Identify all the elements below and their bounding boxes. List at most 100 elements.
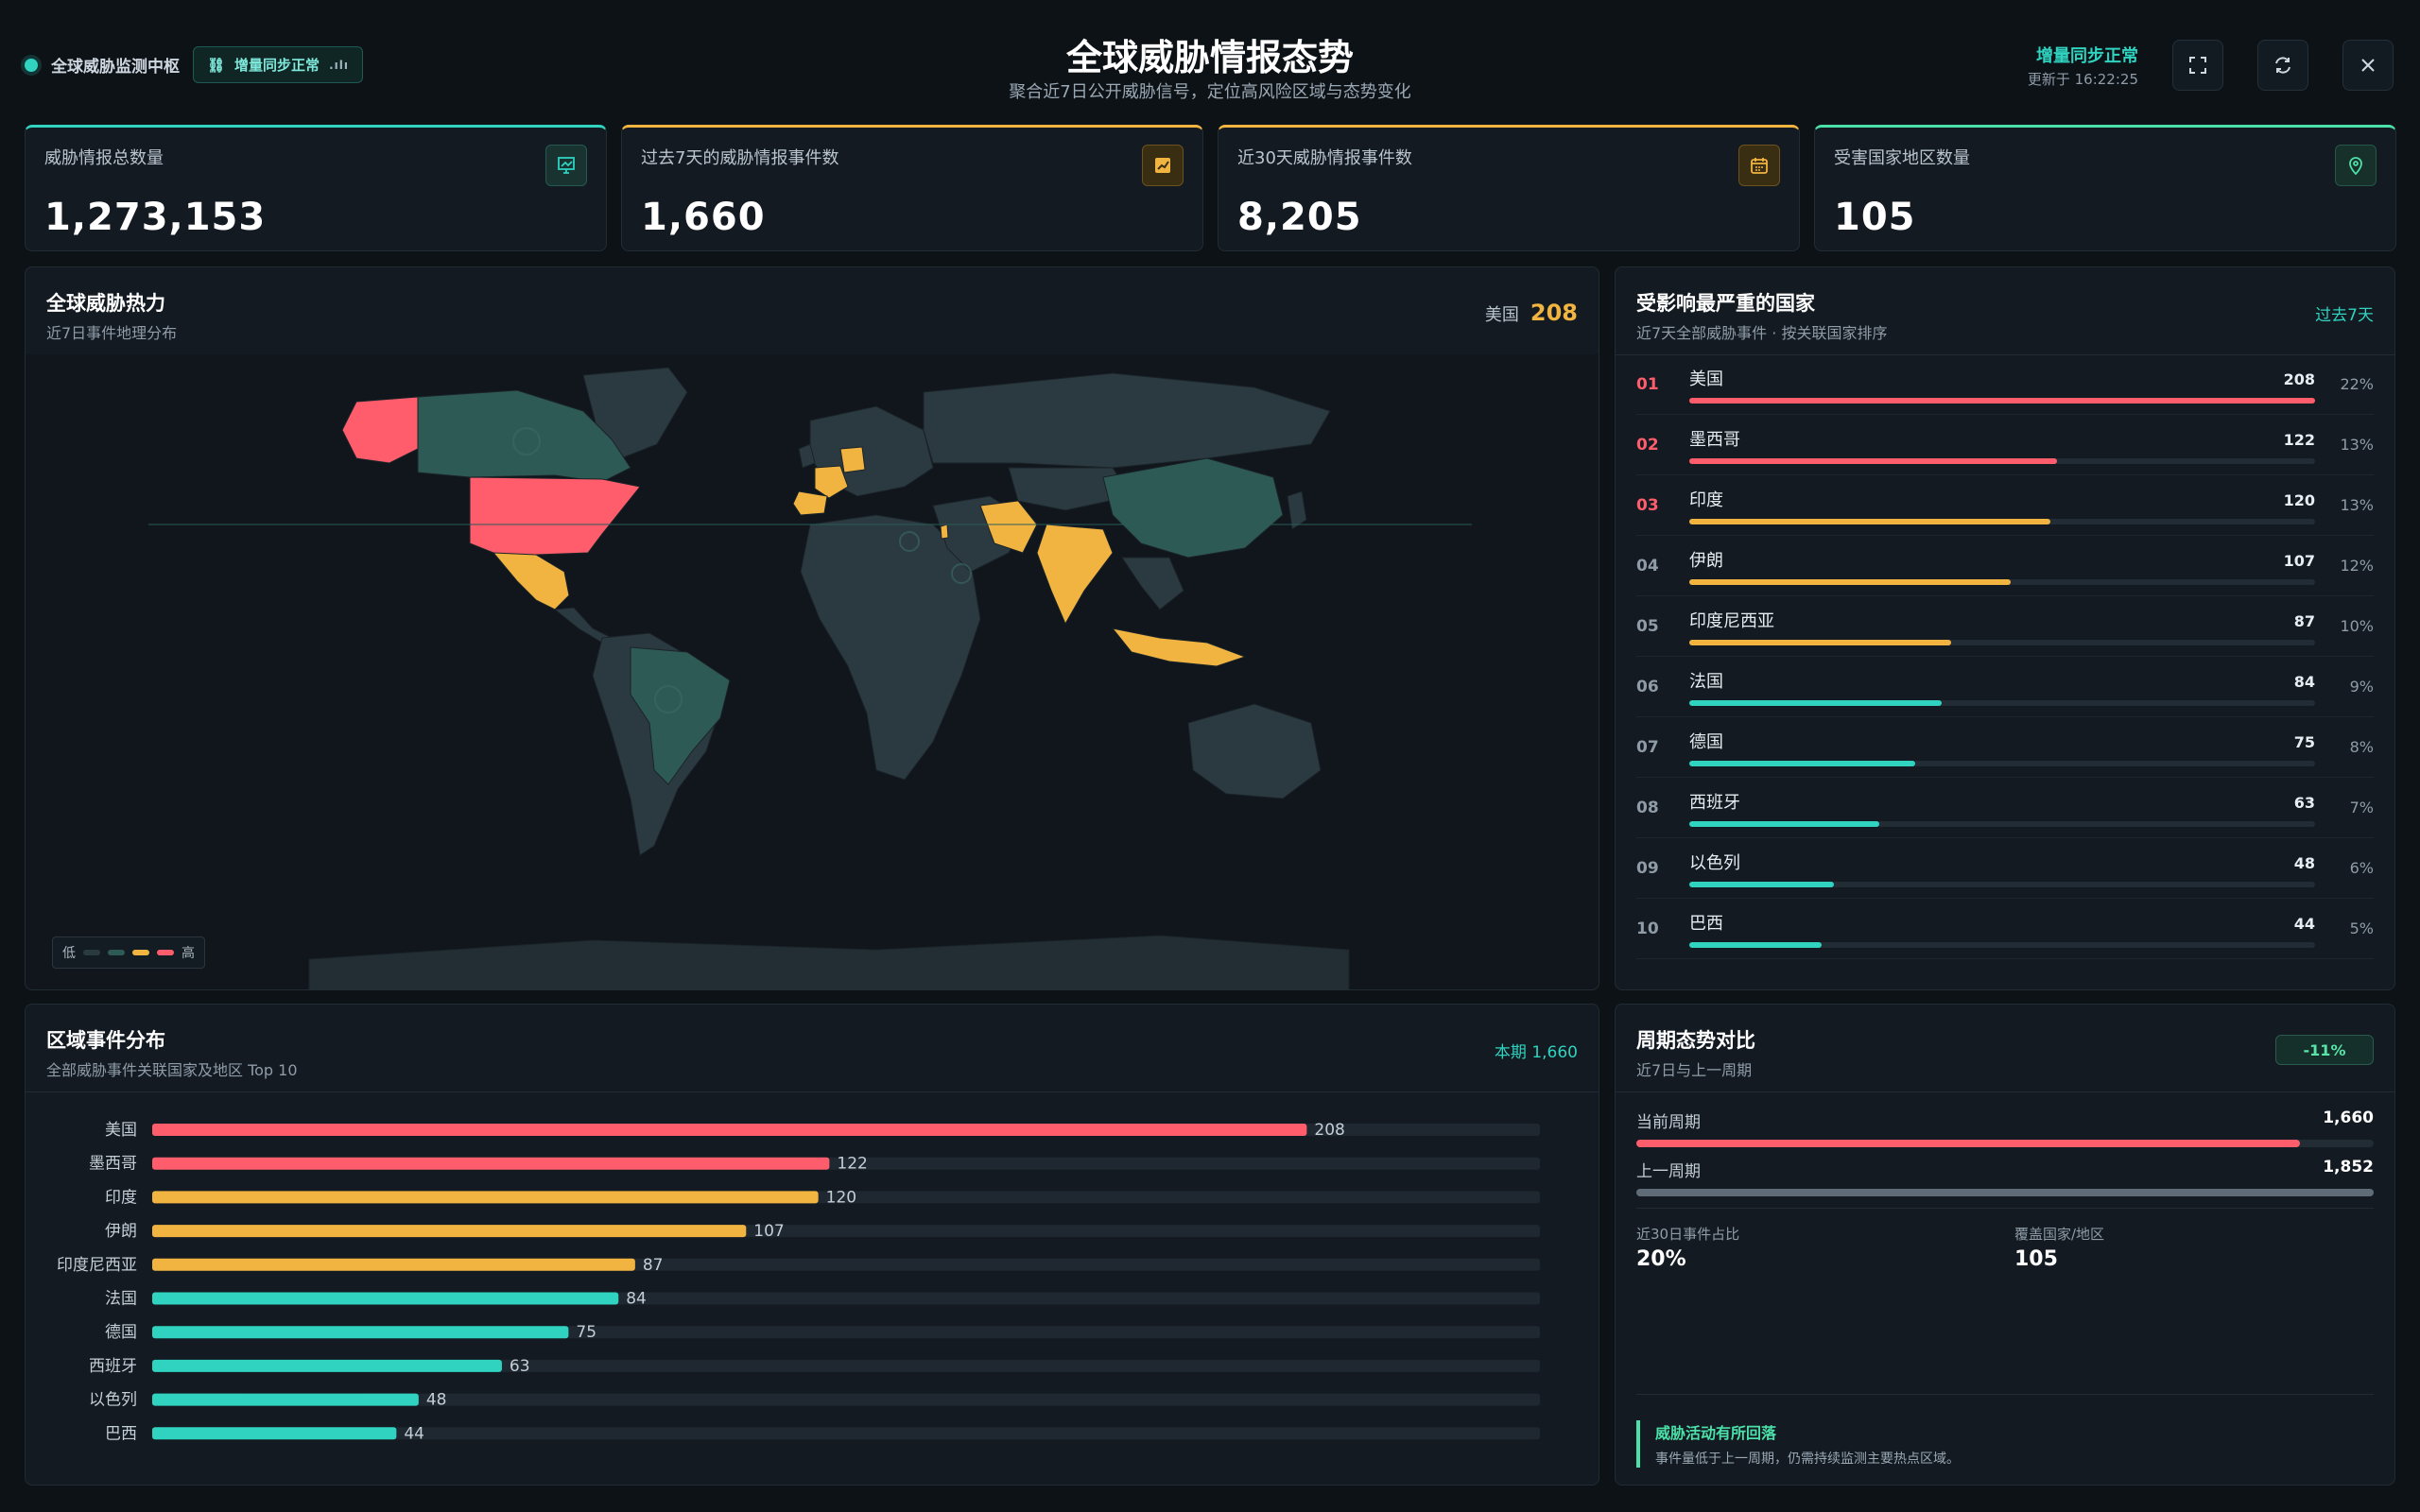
fullscreen-button[interactable] — [2172, 40, 2223, 91]
ranking-row[interactable]: 06 法国 84 9% — [1636, 657, 2374, 717]
bar-value-label: 63 — [510, 1357, 530, 1376]
rank-number: 01 — [1636, 374, 1659, 394]
kpi-events-30d: 近30天威胁情报事件数 8,205 — [1218, 125, 1800, 251]
top-panel-header: 受影响最严重的国家 近7天全部威胁事件 · 按关联国家排序 — [1636, 288, 1887, 343]
kpi-value: 1,273,153 — [44, 196, 267, 239]
bar-category-label: 印度 — [105, 1188, 137, 1207]
previous-period-value: 1,852 — [2323, 1158, 2374, 1177]
region-alaska — [341, 396, 419, 464]
rank-number: 08 — [1636, 798, 1659, 817]
bar-mark[interactable] — [152, 1225, 747, 1238]
threat-heatmap-panel: 全球威胁热力 近7日事件地理分布 美国 208 低 高 — [25, 266, 1599, 990]
bar-mark[interactable] — [152, 1292, 619, 1305]
kpi-label: 近30天威胁情报事件数 — [1237, 148, 1412, 168]
note-title: 威胁活动有所回落 — [1655, 1424, 1777, 1442]
legend-low-label: 低 — [62, 946, 76, 961]
country-name: 法国 — [1689, 671, 1723, 692]
region-israel — [940, 524, 949, 540]
rank-bar-track — [1689, 457, 2315, 464]
country-name: 西班牙 — [1689, 792, 1740, 813]
period-subtitle: 近7日与上一周期 — [1636, 1061, 1753, 1079]
top-countries-panel: 受影响最严重的国家 近7天全部威胁事件 · 按关联国家排序 过去7天 01 美国 2… — [1615, 266, 2395, 990]
updated-time: 更新于 16:22:25 — [2027, 70, 2138, 88]
bar-value-label: 44 — [404, 1424, 424, 1443]
rank-body: 法国 84 — [1689, 668, 2340, 706]
bar-category-label: 伊朗 — [105, 1222, 137, 1241]
country-value: 87 — [2293, 611, 2315, 630]
bar-mark[interactable] — [152, 1124, 1307, 1136]
kpi-label: 过去7天的威胁情报事件数 — [641, 148, 839, 168]
ranking-row[interactable]: 08 西班牙 63 7% — [1636, 778, 2374, 838]
rank-bar-track — [1689, 820, 2315, 827]
world-map[interactable]: 低 高 — [26, 354, 1599, 989]
ranking-row[interactable]: 10 巴西 44 5% — [1636, 899, 2374, 959]
country-value: 107 — [2283, 551, 2315, 570]
ranking-row[interactable]: 07 德国 75 8% — [1636, 717, 2374, 778]
legend-swatch — [108, 950, 125, 955]
region-india — [1036, 524, 1114, 626]
refresh-icon — [2275, 57, 2290, 74]
legend-swatch — [83, 950, 100, 955]
refresh-button[interactable] — [2257, 40, 2308, 91]
period-comparison-panel: 周期态势对比 近7日与上一周期 -11% 当前周期 1,660 上一周期 1,8… — [1615, 1004, 2395, 1486]
bar-mark[interactable] — [152, 1326, 569, 1339]
kpi-label: 威胁情报总数量 — [44, 148, 164, 168]
delta-badge: -11% — [2275, 1035, 2374, 1065]
ranking-list: 01 美国 208 22% 02 墨西哥 122 13% 03 印度 120 13% 04 伊朗 107 12… — [1616, 354, 2394, 959]
ranking-row[interactable]: 02 墨西哥 122 13% — [1636, 415, 2374, 475]
rank-bar-track — [1689, 699, 2315, 706]
bar-mark[interactable] — [152, 1427, 397, 1440]
bar-mark[interactable] — [152, 1393, 419, 1406]
bar-mark[interactable] — [152, 1258, 635, 1271]
divider — [26, 1091, 1599, 1092]
rank-body: 巴西 44 — [1689, 910, 2340, 948]
close-button[interactable] — [2342, 40, 2394, 91]
fullscreen-icon — [2189, 57, 2206, 74]
country-percent: 9% — [2349, 678, 2374, 696]
ranking-row[interactable]: 01 美国 208 22% — [1636, 354, 2374, 415]
country-value: 75 — [2293, 732, 2315, 751]
rank-bar-track — [1689, 941, 2315, 948]
ranking-row[interactable]: 04 伊朗 107 12% — [1636, 536, 2374, 596]
rank-bar-fill — [1689, 760, 1915, 766]
dist-subtitle: 全部威胁事件关联国家及地区 Top 10 — [46, 1061, 298, 1079]
location-icon — [2335, 145, 2377, 186]
region-se-asia — [1121, 557, 1184, 610]
calendar-icon — [1738, 145, 1780, 186]
kpi-value: 1,660 — [641, 196, 766, 239]
bar-mark[interactable] — [152, 1157, 830, 1170]
bar-value-label: 75 — [576, 1323, 596, 1342]
map-title: 全球威胁热力 — [46, 292, 165, 315]
rank-body: 德国 75 — [1689, 729, 2340, 766]
country-value: 63 — [2293, 793, 2315, 812]
rank-bar-track — [1689, 518, 2315, 524]
bar-mark[interactable] — [152, 1359, 502, 1372]
country-value: 120 — [2283, 490, 2315, 509]
bar-value-label: 48 — [426, 1391, 447, 1410]
divider — [1636, 1208, 2374, 1209]
ranking-row[interactable]: 05 印度尼西亚 87 10% — [1636, 596, 2374, 657]
bar-mark[interactable] — [152, 1191, 819, 1204]
ranking-row[interactable]: 03 印度 120 13% — [1636, 475, 2374, 536]
share-label: 近30日事件占比 — [1636, 1226, 1740, 1243]
distribution-bar-chart: 美国 208 墨西哥 122 印度 120 伊朗 107 印度尼西亚 87 法国 84 德国 75 西班牙 6… — [57, 1121, 1540, 1443]
rank-bar-track — [1689, 578, 2315, 585]
current-period-label: 当前周期 — [1636, 1113, 1701, 1132]
sync-status-text: 增量同步正常 — [2036, 45, 2138, 66]
country-percent: 5% — [2349, 919, 2374, 937]
sync-status: 增量同步正常 更新于 16:22:25 — [2028, 43, 2138, 89]
current-period-value: 1,660 — [2323, 1108, 2374, 1127]
period-total-link[interactable]: 本期 1,660 — [1495, 1039, 1578, 1062]
period-title: 周期态势对比 — [1636, 1029, 1755, 1052]
rank-number: 09 — [1636, 858, 1659, 878]
period-filter-link[interactable]: 过去7天 — [2315, 301, 2374, 325]
current-period-fill — [1636, 1140, 2300, 1147]
region-distribution-panel: 区域事件分布 全部威胁事件关联国家及地区 Top 10 本期 1,660 美国 2… — [25, 1004, 1599, 1486]
bar-value-label: 84 — [626, 1290, 647, 1309]
bar-value-label: 208 — [1314, 1121, 1344, 1140]
rank-bar-fill — [1689, 941, 1823, 948]
rank-body: 以色列 48 — [1689, 850, 2340, 887]
ranking-row[interactable]: 09 以色列 48 6% — [1636, 838, 2374, 899]
rank-bar-track — [1689, 760, 2315, 766]
current-period-row: 当前周期 1,660 — [1636, 1108, 2374, 1147]
